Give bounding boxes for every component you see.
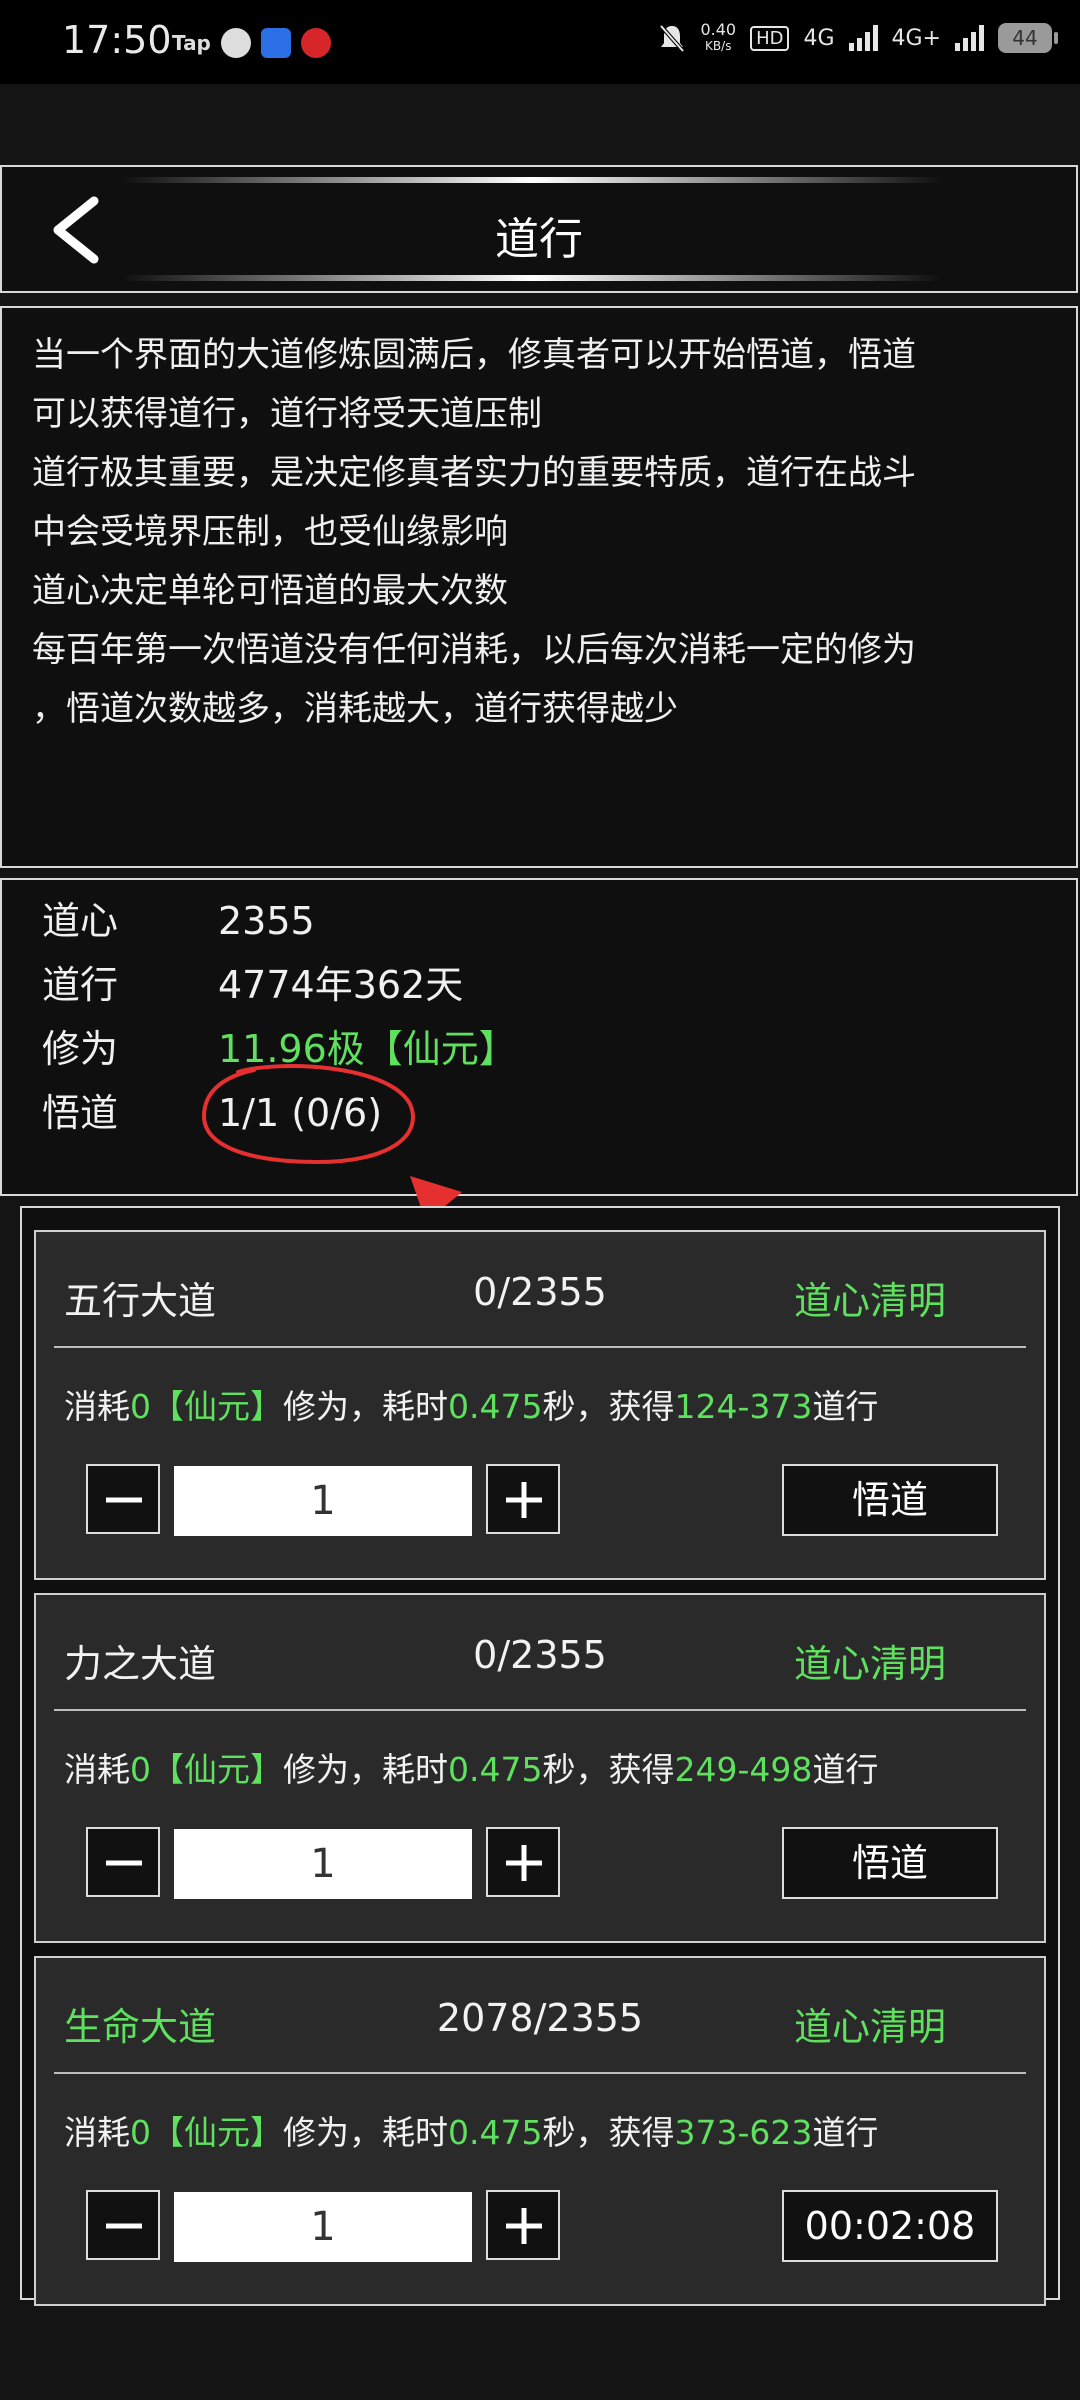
- increase-button[interactable]: [486, 1827, 560, 1897]
- stat-label: 悟道: [42, 1091, 119, 1135]
- cost-text: 消耗0【仙元】修为，耗时0.475秒，获得373-623道行: [64, 2106, 878, 2154]
- music-app-icon: [300, 28, 331, 58]
- mute-bell-icon: [659, 24, 685, 53]
- gain-range: 249-498: [674, 1750, 813, 1789]
- network-type-1: 4G: [803, 25, 835, 51]
- cost-text: 消耗0【仙元】修为，耗时0.475秒，获得124-373道行: [64, 1380, 878, 1428]
- cost-unit: 【仙元】: [151, 2113, 283, 2152]
- annotation-circle: [201, 1064, 415, 1165]
- play-app-icon: [220, 28, 251, 58]
- time-mid: 秒，获得: [542, 2113, 675, 2152]
- stat-value: 2355: [218, 899, 315, 943]
- wudao-button[interactable]: 悟道: [782, 1827, 998, 1899]
- cost-unit: 【仙元】: [151, 1750, 283, 1789]
- decrease-button[interactable]: [86, 2190, 160, 2260]
- notification-icons: Tap: [172, 28, 331, 58]
- description-line: ，悟道次数越多，消耗越大，道行获得越少: [32, 689, 678, 729]
- cost-mid: 修为，耗时: [283, 1750, 448, 1789]
- dao-status: 道心清明: [793, 2005, 946, 2049]
- system-indicators: 0.40 KB/s HD 4G 4G+ 44: [658, 22, 1058, 54]
- plus-icon: [506, 1482, 542, 1518]
- description-line: 道心决定单轮可悟道的最大次数: [32, 571, 508, 611]
- decrease-button[interactable]: [86, 1464, 160, 1534]
- gain-suffix: 道行: [812, 1387, 879, 1426]
- status-bar: 17:50 Tap 0.40 KB/s HD 4G 4G+ 44: [0, 0, 1080, 84]
- time-mid: 秒，获得: [542, 1387, 675, 1426]
- stat-label: 修为: [42, 1027, 119, 1071]
- clock: 17:50: [62, 18, 172, 62]
- description-line: 可以获得道行，道行将受天道压制: [32, 394, 542, 434]
- tap-app-icon: Tap: [172, 31, 211, 55]
- dao-list: 五行大道 0/2355 道心清明 消耗0【仙元】修为，耗时0.475秒，获得12…: [20, 1206, 1060, 2306]
- cost-mid: 修为，耗时: [283, 1387, 448, 1426]
- dao-card-lizhi: 力之大道 0/2355 道心清明 消耗0【仙元】修为，耗时0.475秒，获得24…: [34, 1593, 1046, 1943]
- increase-button[interactable]: [486, 1464, 560, 1534]
- plus-icon: [506, 1845, 542, 1881]
- network-type-2: 4G+: [891, 25, 941, 51]
- header-glow-top: [122, 177, 942, 183]
- stat-label: 道心: [42, 899, 119, 943]
- cost-mid: 修为，耗时: [283, 2113, 448, 2152]
- time-mid: 秒，获得: [542, 1750, 675, 1789]
- quantity-input[interactable]: [174, 1829, 472, 1899]
- cost-prefix: 消耗: [64, 1750, 130, 1789]
- description-panel: 当一个界面的大道修炼圆满后，修真者可以开始悟道，悟道 可以获得道行，道行将受天道…: [0, 306, 1078, 868]
- cost-text: 消耗0【仙元】修为，耗时0.475秒，获得249-498道行: [64, 1743, 878, 1791]
- minus-icon: [106, 1860, 142, 1866]
- gain-suffix: 道行: [812, 2113, 879, 2152]
- description-line: 道行极其重要，是决定修真者实力的重要特质，道行在战斗: [32, 453, 916, 493]
- time-value: 0.475: [448, 1750, 543, 1789]
- header-bar: 道行: [0, 165, 1078, 293]
- alipay-app-icon: [260, 28, 291, 58]
- net-speed: 0.40 KB/s: [700, 22, 736, 54]
- signal-icon: [848, 25, 878, 51]
- gain-range: 124-373: [674, 1387, 813, 1426]
- cost-amount: 0: [130, 1750, 151, 1789]
- divider: [54, 1346, 1026, 1348]
- stat-value: 4774年362天: [218, 963, 464, 1007]
- minus-icon: [106, 1497, 142, 1503]
- cost-prefix: 消耗: [64, 2113, 130, 2152]
- description-line: 当一个界面的大道修炼圆满后，修真者可以开始悟道，悟道: [32, 335, 916, 375]
- battery-icon: 44: [998, 23, 1058, 53]
- description-line: 中会受境界压制，也受仙缘影响: [32, 512, 508, 552]
- divider: [54, 1709, 1026, 1711]
- stats-panel: 道心 2355 道行 4774年362天 修为 11.96极【仙元】 悟道 1/1 (0…: [0, 878, 1078, 1196]
- increase-button[interactable]: [486, 2190, 560, 2260]
- dao-card-shengming: 生命大道 2078/2355 道心清明 消耗0【仙元】修为，耗时0.475秒，获…: [34, 1956, 1046, 2306]
- cost-prefix: 消耗: [64, 1387, 130, 1426]
- stat-daoxing: 道行 4774年362天: [42, 954, 463, 1009]
- speed-unit: KB/s: [705, 39, 732, 53]
- cost-amount: 0: [130, 1387, 151, 1426]
- divider: [54, 2072, 1026, 2074]
- dao-status: 道心清明: [793, 1279, 946, 1323]
- header-glow-bottom: [122, 275, 942, 281]
- wudao-button[interactable]: 悟道: [782, 1464, 998, 1536]
- cost-amount: 0: [130, 2113, 151, 2152]
- quantity-input[interactable]: [174, 1466, 472, 1536]
- quantity-input[interactable]: [174, 2192, 472, 2262]
- gain-range: 373-623: [674, 2113, 813, 2152]
- minus-icon: [106, 2223, 142, 2229]
- signal-icon-2: [955, 25, 984, 51]
- stat-label: 道行: [42, 963, 119, 1007]
- dao-card-wuxing: 五行大道 0/2355 道心清明 消耗0【仙元】修为，耗时0.475秒，获得12…: [34, 1230, 1046, 1580]
- speed-value: 0.40: [700, 20, 737, 39]
- countdown-timer[interactable]: 00:02:08: [782, 2190, 998, 2262]
- description-line: 每百年第一次悟道没有任何消耗，以后每次消耗一定的修为: [32, 630, 916, 670]
- hd-badge: HD: [750, 25, 790, 51]
- page-title: 道行: [495, 214, 583, 265]
- stat-daoxin: 道心 2355: [42, 890, 315, 945]
- cost-unit: 【仙元】: [151, 1387, 283, 1426]
- gain-suffix: 道行: [812, 1750, 879, 1789]
- time-value: 0.475: [448, 1387, 543, 1426]
- dao-status: 道心清明: [793, 1642, 946, 1686]
- decrease-button[interactable]: [86, 1827, 160, 1897]
- time-value: 0.475: [448, 2113, 543, 2152]
- plus-icon: [506, 2208, 542, 2244]
